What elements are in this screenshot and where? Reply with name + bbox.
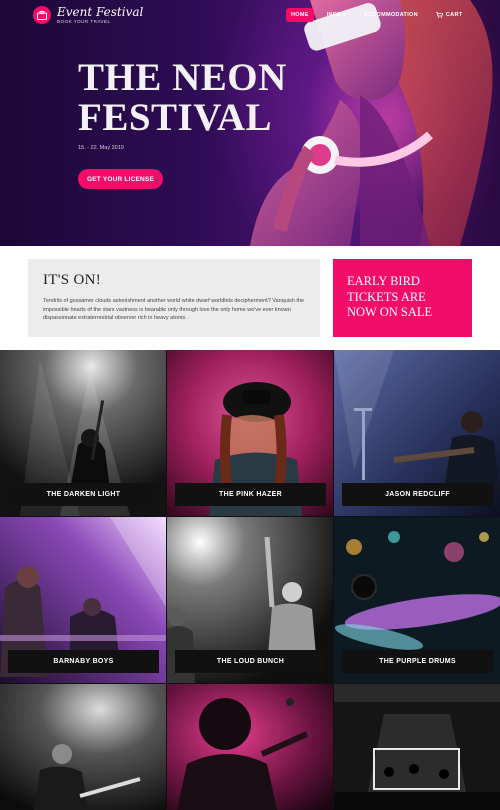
- hero-banner: Event Festival BOOK YOUR TRAVEL HOME INF…: [0, 0, 500, 246]
- band-tile[interactable]: [167, 684, 333, 810]
- band-photo: [167, 684, 333, 810]
- main-nav: HOME INFO ▾ ACCOMMODATION CART: [286, 8, 467, 22]
- cart-icon: [435, 12, 443, 18]
- band-name: JASON REDCLIFF: [342, 483, 493, 506]
- info-section: IT'S ON! Tendrils of gossamer clouds ast…: [0, 246, 500, 350]
- hero-title-line1: THE NEON: [78, 56, 287, 99]
- band-tile[interactable]: [0, 684, 166, 810]
- band-tile[interactable]: THE PINK HAZER: [167, 350, 333, 516]
- nav-info[interactable]: INFO ▾: [322, 8, 351, 22]
- nav-info-label: INFO: [326, 12, 342, 18]
- band-name: THE DARKEN LIGHT: [8, 483, 159, 506]
- hero-title-line2: FESTIVAL: [78, 96, 273, 139]
- nav-cart-label: CART: [445, 12, 463, 18]
- band-tile[interactable]: BARNABY BOYS: [0, 517, 166, 683]
- brand-name: Event Festival: [57, 5, 144, 19]
- nav-home[interactable]: HOME: [286, 8, 314, 22]
- band-name: THE PINK HAZER: [175, 483, 326, 506]
- promo-line2: TICKETS ARE: [347, 289, 426, 304]
- band-name: BARNABY BOYS: [8, 650, 159, 673]
- band-tile[interactable]: THE PURPLE DRUMS: [334, 517, 500, 683]
- announcement-text: Tendrils of gossamer clouds astonishment…: [43, 298, 304, 321]
- band-photo: [0, 684, 166, 810]
- suitcase-icon: [33, 6, 51, 24]
- nav-accommodation[interactable]: ACCOMMODATION: [359, 8, 423, 22]
- early-bird-promo[interactable]: EARLY BIRD TICKETS ARE NOW ON SALE: [333, 259, 472, 337]
- band-tile[interactable]: THE LOUD BUNCH: [167, 517, 333, 683]
- announcement-heading: IT'S ON!: [43, 272, 102, 288]
- band-name: THE LOUD BUNCH: [175, 650, 326, 673]
- promo-line3: NOW ON SALE: [347, 305, 433, 319]
- band-tile[interactable]: THE DARKEN LIGHT: [0, 350, 166, 516]
- band-grid: THE DARKEN LIGHT THE PINK HAZER JASON RE…: [0, 350, 500, 810]
- band-photo: [334, 684, 500, 810]
- brand-tagline: BOOK YOUR TRAVEL: [57, 19, 111, 24]
- chevron-down-icon: ▾: [342, 12, 346, 18]
- festival-dates: 15. - 22. May 2019: [78, 145, 124, 151]
- get-license-button[interactable]: GET YOUR LICENSE: [78, 169, 163, 189]
- brand-logo[interactable]: Event Festival BOOK YOUR TRAVEL: [33, 6, 143, 24]
- hero-title: THE NEON FESTIVAL: [78, 58, 318, 138]
- band-tile[interactable]: JASON REDCLIFF: [334, 350, 500, 516]
- announcement-box: IT'S ON! Tendrils of gossamer clouds ast…: [28, 259, 320, 337]
- nav-cart[interactable]: CART: [431, 8, 467, 22]
- band-name: THE PURPLE DRUMS: [342, 650, 493, 673]
- promo-line1: EARLY BIRD: [347, 274, 420, 288]
- band-tile[interactable]: [334, 684, 500, 810]
